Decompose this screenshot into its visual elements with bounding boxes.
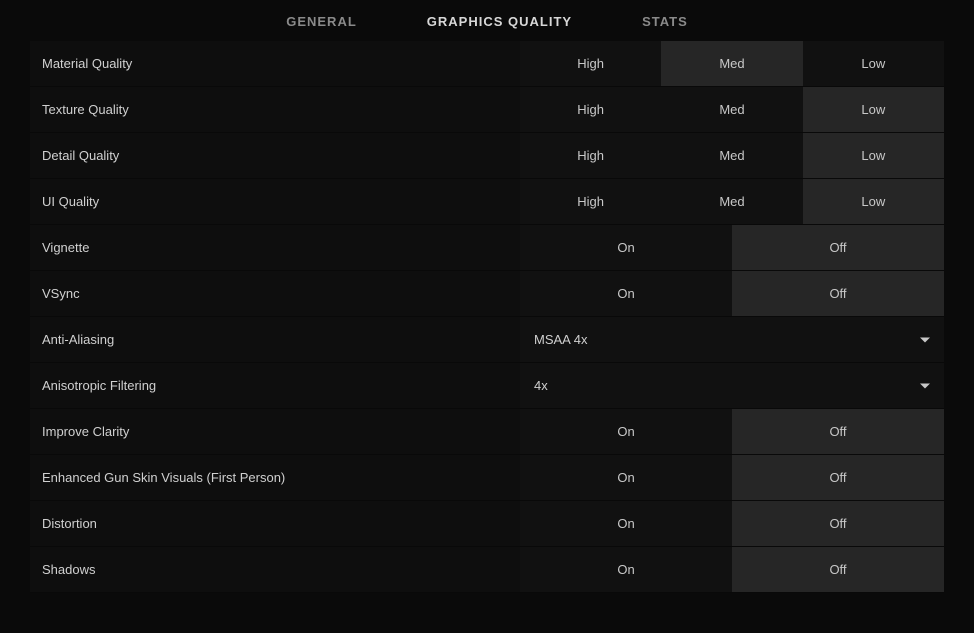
row-enhanced-gun-skin: Enhanced Gun Skin Visuals (First Person)…	[30, 455, 944, 501]
opt-gunskin-on[interactable]: On	[520, 455, 732, 500]
opt-ui-low[interactable]: Low	[803, 179, 944, 224]
opt-texture-low[interactable]: Low	[803, 87, 944, 132]
label-anti-aliasing: Anti-Aliasing	[30, 317, 520, 362]
label-shadows: Shadows	[30, 547, 520, 592]
options-material-quality: High Med Low	[520, 41, 944, 86]
label-detail-quality: Detail Quality	[30, 133, 520, 178]
row-material-quality: Material Quality High Med Low	[30, 41, 944, 87]
opt-gunskin-off[interactable]: Off	[732, 455, 944, 500]
options-enhanced-gun-skin: On Off	[520, 455, 944, 500]
row-texture-quality: Texture Quality High Med Low	[30, 87, 944, 133]
options-vignette: On Off	[520, 225, 944, 270]
opt-detail-med[interactable]: Med	[661, 133, 802, 178]
options-texture-quality: High Med Low	[520, 87, 944, 132]
opt-ui-high[interactable]: High	[520, 179, 661, 224]
dropdown-anisotropic-filtering[interactable]: 4x	[520, 363, 944, 408]
row-anti-aliasing: Anti-Aliasing MSAA 4x	[30, 317, 944, 363]
opt-material-med[interactable]: Med	[661, 41, 802, 86]
opt-detail-high[interactable]: High	[520, 133, 661, 178]
settings-tabs: GENERAL GRAPHICS QUALITY STATS	[0, 0, 974, 41]
options-vsync: On Off	[520, 271, 944, 316]
row-shadows: Shadows On Off	[30, 547, 944, 593]
opt-material-high[interactable]: High	[520, 41, 661, 86]
row-vsync: VSync On Off	[30, 271, 944, 317]
tab-stats[interactable]: STATS	[642, 14, 688, 29]
opt-ui-med[interactable]: Med	[661, 179, 802, 224]
opt-vignette-off[interactable]: Off	[732, 225, 944, 270]
opt-shadows-on[interactable]: On	[520, 547, 732, 592]
tab-general[interactable]: GENERAL	[286, 14, 357, 29]
opt-clarity-off[interactable]: Off	[732, 409, 944, 454]
opt-texture-high[interactable]: High	[520, 87, 661, 132]
label-enhanced-gun-skin: Enhanced Gun Skin Visuals (First Person)	[30, 455, 520, 500]
dropdown-anisotropic-filtering-value: 4x	[534, 378, 548, 393]
opt-vsync-off[interactable]: Off	[732, 271, 944, 316]
options-shadows: On Off	[520, 547, 944, 592]
options-improve-clarity: On Off	[520, 409, 944, 454]
label-material-quality: Material Quality	[30, 41, 520, 86]
options-detail-quality: High Med Low	[520, 133, 944, 178]
opt-shadows-off[interactable]: Off	[732, 547, 944, 592]
row-improve-clarity: Improve Clarity On Off	[30, 409, 944, 455]
opt-vignette-on[interactable]: On	[520, 225, 732, 270]
row-vignette: Vignette On Off	[30, 225, 944, 271]
row-ui-quality: UI Quality High Med Low	[30, 179, 944, 225]
label-vignette: Vignette	[30, 225, 520, 270]
row-detail-quality: Detail Quality High Med Low	[30, 133, 944, 179]
row-anisotropic-filtering: Anisotropic Filtering 4x	[30, 363, 944, 409]
label-distortion: Distortion	[30, 501, 520, 546]
chevron-down-icon	[920, 337, 930, 342]
label-improve-clarity: Improve Clarity	[30, 409, 520, 454]
label-anisotropic-filtering: Anisotropic Filtering	[30, 363, 520, 408]
options-ui-quality: High Med Low	[520, 179, 944, 224]
settings-list: Material Quality High Med Low Texture Qu…	[0, 41, 974, 593]
dropdown-anti-aliasing[interactable]: MSAA 4x	[520, 317, 944, 362]
label-vsync: VSync	[30, 271, 520, 316]
opt-clarity-on[interactable]: On	[520, 409, 732, 454]
opt-distortion-on[interactable]: On	[520, 501, 732, 546]
opt-detail-low[interactable]: Low	[803, 133, 944, 178]
options-distortion: On Off	[520, 501, 944, 546]
opt-material-low[interactable]: Low	[803, 41, 944, 86]
chevron-down-icon	[920, 383, 930, 388]
opt-distortion-off[interactable]: Off	[732, 501, 944, 546]
label-texture-quality: Texture Quality	[30, 87, 520, 132]
dropdown-anti-aliasing-value: MSAA 4x	[534, 332, 587, 347]
opt-texture-med[interactable]: Med	[661, 87, 802, 132]
opt-vsync-on[interactable]: On	[520, 271, 732, 316]
label-ui-quality: UI Quality	[30, 179, 520, 224]
row-distortion: Distortion On Off	[30, 501, 944, 547]
tab-graphics-quality[interactable]: GRAPHICS QUALITY	[427, 14, 572, 29]
